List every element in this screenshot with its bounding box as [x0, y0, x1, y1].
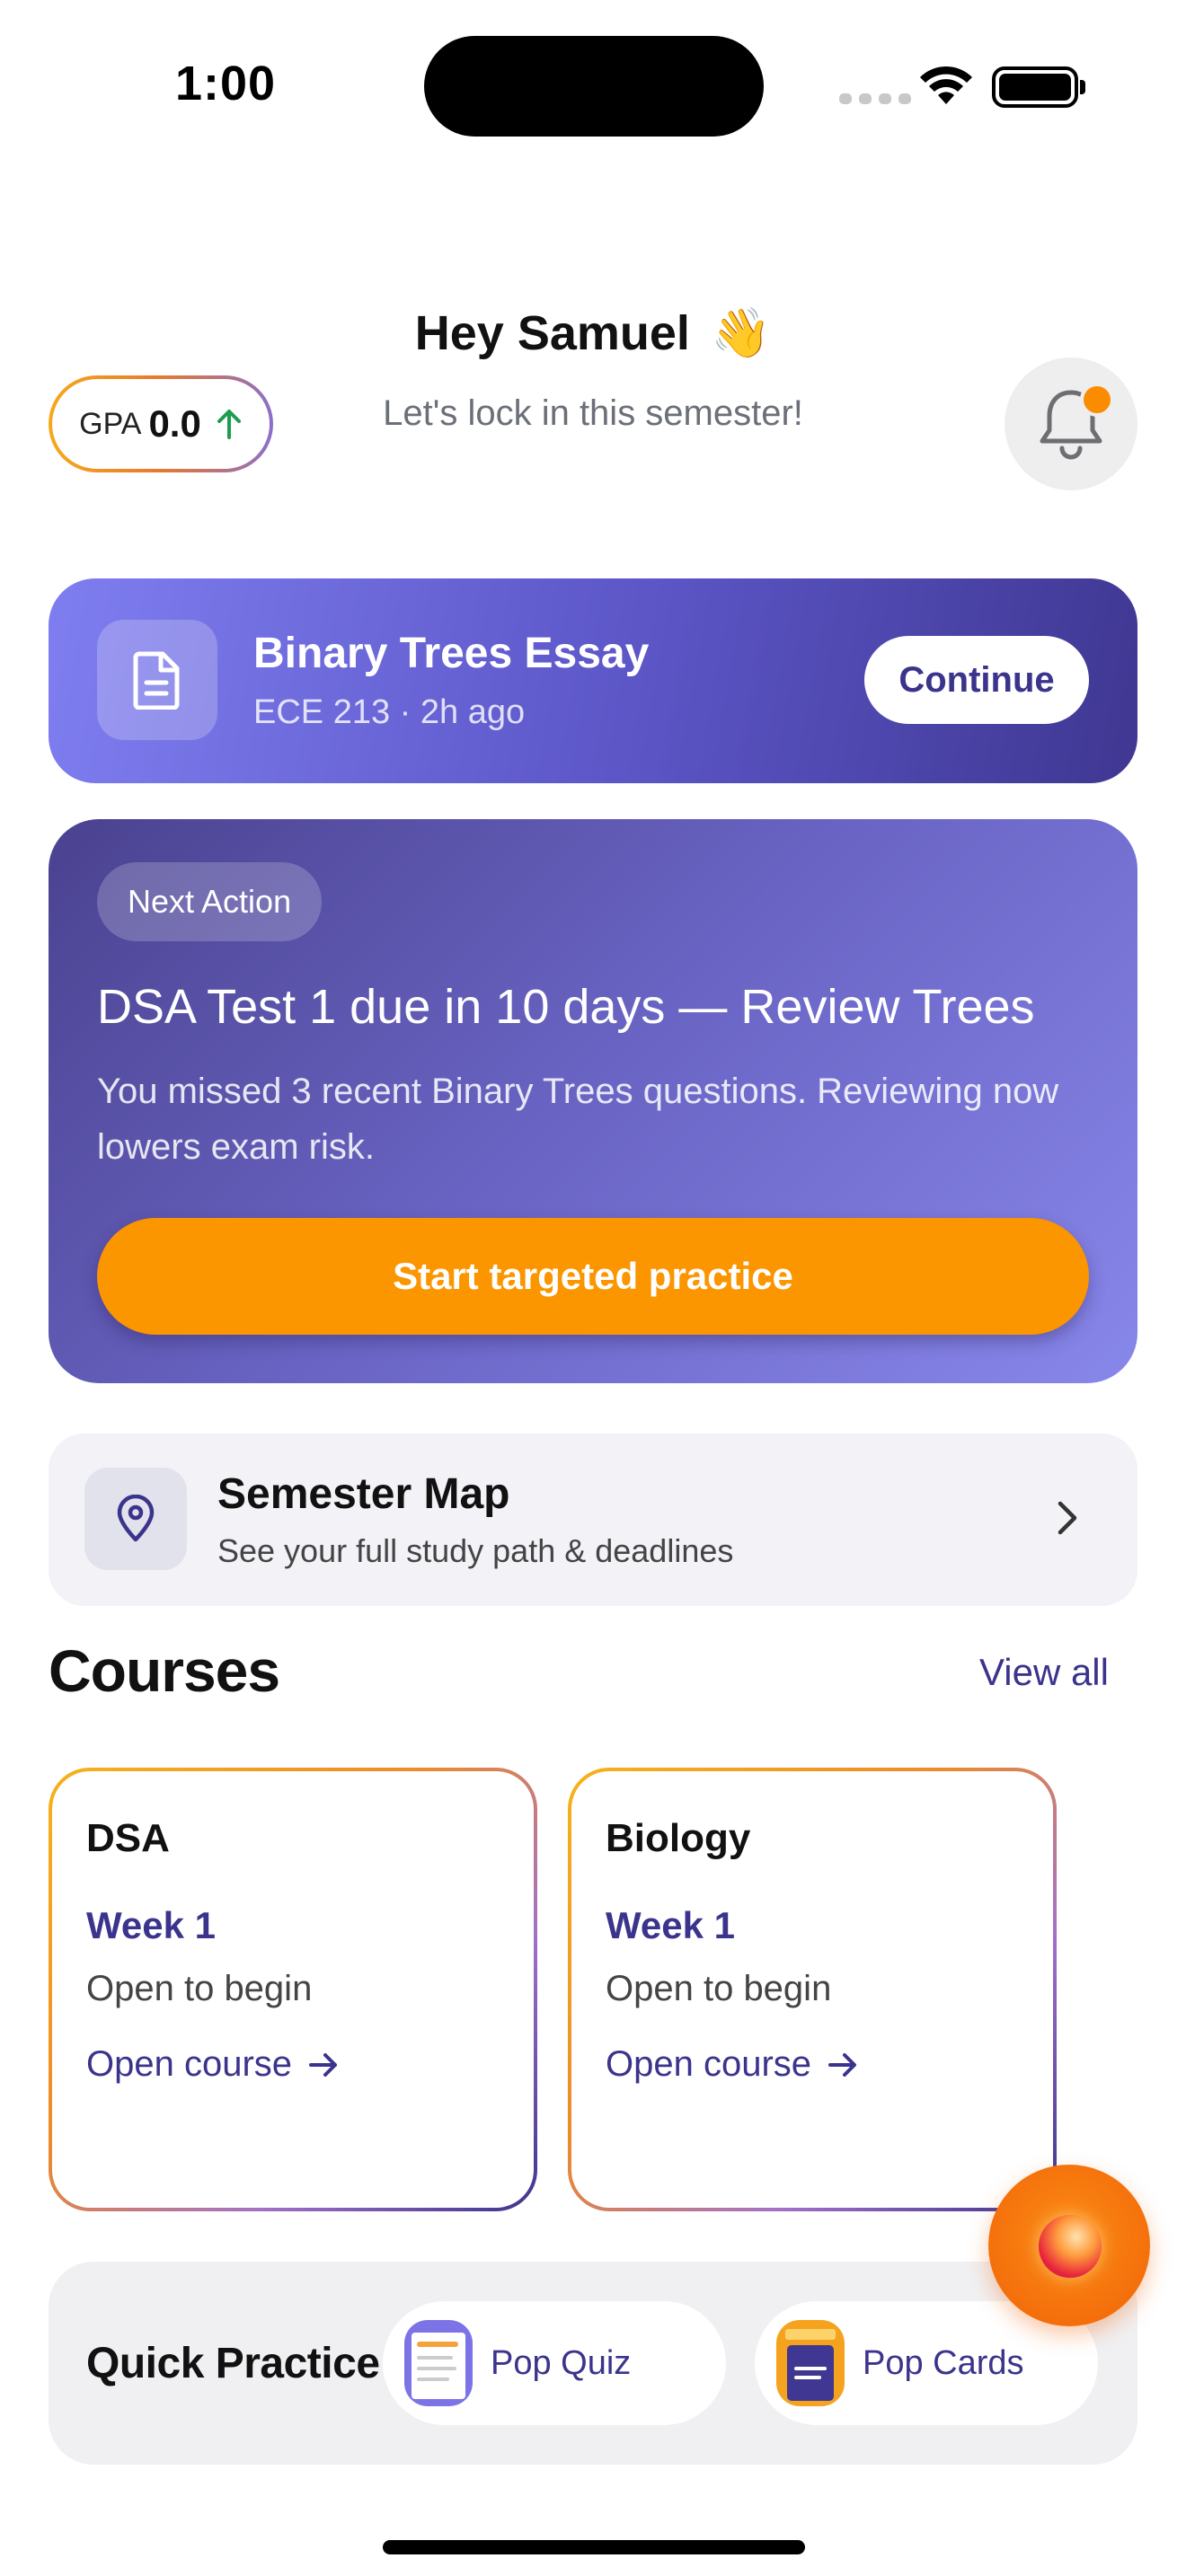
map-pin-icon [84, 1468, 187, 1570]
home-indicator[interactable] [383, 2540, 805, 2554]
next-action-description: You missed 3 recent Binary Trees questio… [97, 1072, 1059, 1167]
semester-map-title: Semester Map [217, 1470, 510, 1518]
continue-learning-card[interactable]: Binary Trees Essay ECE 213 · 2h ago Cont… [49, 578, 1137, 783]
pop-cards-label: Pop Cards [863, 2343, 1024, 2382]
status-time: 1:00 [175, 57, 277, 110]
notification-badge [1080, 383, 1114, 417]
course-week: Week 1 [606, 1904, 735, 1946]
open-course-link[interactable]: Open course [86, 2044, 339, 2085]
open-course-label: Open course [606, 2044, 812, 2084]
open-course-link[interactable]: Open course [606, 2044, 858, 2085]
open-course-label: Open course [86, 2044, 293, 2084]
quick-practice-panel: Quick Practice Pop Quiz Pop Cards [49, 2262, 1137, 2465]
quick-practice-title: Quick Practice [86, 2340, 380, 2387]
start-targeted-practice-button[interactable]: Start targeted practice [97, 1218, 1089, 1335]
pop-quiz-thumbnail-icon [404, 2320, 473, 2406]
arrow-up-icon [217, 410, 241, 439]
semester-map-row[interactable]: Semester Map See your full study path & … [49, 1434, 1137, 1606]
course-name: Biology [606, 1816, 751, 1860]
wifi-icon [920, 66, 972, 104]
cellular-signal-icon [839, 93, 911, 104]
next-action-badge: Next Action [97, 862, 323, 941]
battery-icon [992, 66, 1085, 108]
semester-map-subtitle: See your full study path & deadlines [217, 1532, 734, 1569]
gpa-badge[interactable]: GPA 0.0 [49, 375, 273, 472]
course-card-biology[interactable]: Biology Week 1 Open to begin Open course [568, 1768, 1057, 2211]
course-card-dsa[interactable]: DSA Week 1 Open to begin Open course [49, 1768, 537, 2211]
gpa-value: 0.0 [148, 402, 201, 445]
continue-button[interactable]: Continue [864, 636, 1089, 724]
pop-quiz-label: Pop Quiz [491, 2343, 632, 2382]
course-status: Open to begin [606, 1969, 832, 2008]
orb-icon [1039, 2215, 1102, 2278]
greeting-text: Hey Samuel [414, 306, 690, 360]
arrow-right-icon [309, 2052, 338, 2077]
course-status: Open to begin [86, 1969, 313, 2008]
waving-hand-icon: 👋 [710, 306, 772, 360]
dynamic-island [424, 36, 764, 137]
notifications-button[interactable] [1005, 357, 1137, 490]
view-all-courses-link[interactable]: View all [979, 1651, 1109, 1694]
pop-cards-thumbnail-icon [776, 2320, 845, 2406]
pop-quiz-button[interactable]: Pop Quiz [383, 2301, 726, 2425]
course-week: Week 1 [86, 1904, 216, 1946]
gpa-label: GPA [79, 406, 142, 441]
next-action-card: Next Action DSA Test 1 due in 10 days — … [49, 819, 1137, 1383]
greeting-heading: Hey Samuel 👋 [0, 305, 1186, 362]
continue-card-title: Binary Trees Essay [253, 630, 650, 677]
next-action-title: DSA Test 1 due in 10 days — Review Trees [97, 980, 1035, 1034]
courses-heading: Courses [49, 1637, 280, 1704]
document-icon [97, 620, 217, 740]
ai-assistant-fab[interactable] [988, 2165, 1150, 2326]
chevron-right-icon [1058, 1501, 1077, 1535]
continue-card-subtitle: ECE 213 · 2h ago [253, 693, 526, 731]
course-name: DSA [86, 1816, 170, 1860]
arrow-right-icon [828, 2052, 857, 2077]
